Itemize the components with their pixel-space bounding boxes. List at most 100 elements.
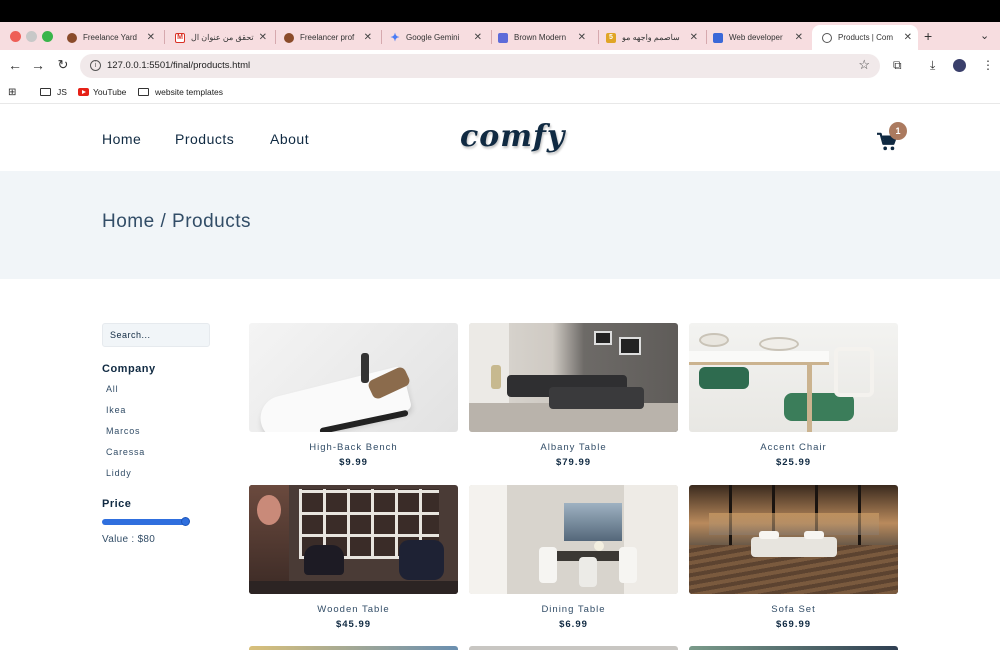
browser-toolbar: ← → ↻ i 127.0.0.1:5501/final/products.ht…	[0, 50, 1000, 82]
product-name: Sofa Set	[771, 604, 816, 615]
canva-icon	[498, 32, 508, 43]
product-card[interactable]: Sofa Set $69.99	[689, 485, 898, 630]
close-window-button[interactable]	[10, 31, 21, 42]
search-input[interactable]	[102, 323, 210, 347]
nav-link-home[interactable]: Home	[102, 131, 141, 147]
product-price: $9.99	[339, 457, 368, 468]
close-tab-icon[interactable]: ✕	[578, 32, 586, 43]
product-image[interactable]	[689, 485, 898, 594]
product-image-partial[interactable]	[689, 646, 898, 650]
system-top-bar	[0, 0, 1000, 22]
product-card[interactable]: Dining Table $6.99	[469, 485, 678, 630]
product-image-partial[interactable]	[249, 646, 458, 650]
tab-favicon-icon	[284, 32, 294, 43]
site-logo: comfy	[460, 119, 566, 154]
bookmark-folder-website-templates[interactable]: website templates	[138, 87, 223, 97]
product-name: High-Back Bench	[309, 442, 398, 453]
close-tab-icon[interactable]: ✕	[904, 32, 912, 43]
company-filter-ikea[interactable]: Ikea	[106, 405, 126, 415]
bookmark-label: JS	[57, 87, 67, 97]
product-card[interactable]: Albany Table $79.99	[469, 323, 678, 468]
price-slider-thumb[interactable]	[181, 517, 190, 526]
bookmark-youtube[interactable]: YouTube	[78, 87, 126, 97]
product-card[interactable]: Wooden Table $45.99	[249, 485, 458, 630]
globe-icon	[822, 32, 832, 43]
breadcrumb: Home / Products	[102, 211, 251, 232]
tab-title: ساصمم واجهه مو	[622, 33, 680, 42]
docs-icon	[713, 32, 723, 43]
product-name: Albany Table	[540, 442, 607, 453]
company-filter-marcos[interactable]: Marcos	[106, 426, 140, 436]
company-filter-liddy[interactable]: Liddy	[106, 468, 132, 478]
page-hero: Home / Products	[0, 171, 1000, 279]
download-icon[interactable]: ⤓	[930, 58, 935, 73]
product-name: Wooden Table	[317, 604, 390, 615]
browser-tab[interactable]: ✦ Google Gemini ✕	[380, 25, 488, 50]
company-filter-caressa[interactable]: Caressa	[106, 447, 145, 457]
address-bar[interactable]: i 127.0.0.1:5501/final/products.html ☆	[80, 54, 880, 78]
browser-tab[interactable]: Web developer ✕	[703, 25, 809, 50]
tab-favicon-icon: 5	[606, 32, 616, 43]
menu-kebab-icon[interactable]: ⋮	[982, 58, 994, 72]
folder-icon	[40, 88, 51, 96]
product-image[interactable]	[469, 323, 678, 432]
product-name: Accent Chair	[760, 442, 827, 453]
tab-strip: Freelance Yard ✕ M تحقق من عنوان ال ✕ Fr…	[0, 22, 1000, 50]
browser-tab[interactable]: Freelancer prof ✕	[274, 25, 378, 50]
browser-tab-active[interactable]: Products | Com ✕	[812, 25, 918, 50]
nav-link-about[interactable]: About	[270, 131, 309, 147]
site-info-icon[interactable]: i	[90, 60, 101, 71]
bookmark-star-icon[interactable]: ☆	[858, 57, 870, 73]
new-tab-icon[interactable]: +	[924, 28, 932, 44]
browser-tab[interactable]: 5 ساصمم واجهه مو ✕	[596, 25, 704, 50]
product-price: $69.99	[775, 619, 812, 630]
nav-link-products[interactable]: Products	[175, 131, 234, 147]
bookmark-folder-js[interactable]: JS	[40, 87, 67, 97]
price-filter-title: Price	[102, 498, 132, 510]
extensions-icon[interactable]: ⧉	[893, 58, 902, 73]
bookmarks-bar: ⊞ JS YouTube website templates	[0, 82, 1000, 104]
chevron-down-icon[interactable]: ⌄	[980, 29, 989, 42]
product-price: $25.99	[775, 457, 812, 468]
product-card[interactable]: High-Back Bench $9.99	[249, 323, 458, 468]
reload-icon[interactable]: ↻	[54, 57, 72, 73]
product-image[interactable]	[469, 485, 678, 594]
browser-tab[interactable]: Freelance Yard ✕	[57, 25, 161, 50]
close-tab-icon[interactable]: ✕	[364, 32, 372, 43]
close-tab-icon[interactable]: ✕	[147, 32, 155, 43]
product-price: $45.99	[335, 619, 372, 630]
price-value: Value : $80	[102, 534, 156, 545]
product-price: $6.99	[559, 619, 588, 630]
maximize-window-button[interactable]	[42, 31, 53, 42]
company-filter-all[interactable]: All	[106, 384, 118, 394]
close-tab-icon[interactable]: ✕	[795, 32, 803, 43]
product-image[interactable]	[689, 323, 898, 432]
price-slider-track[interactable]	[102, 519, 188, 525]
gemini-icon: ✦	[390, 32, 400, 44]
product-card[interactable]: Accent Chair $25.99	[689, 323, 898, 468]
close-tab-icon[interactable]: ✕	[690, 32, 698, 43]
minimize-window-button[interactable]	[26, 31, 37, 42]
close-tab-icon[interactable]: ✕	[259, 32, 267, 43]
product-name: Dining Table	[541, 604, 606, 615]
back-arrow-icon[interactable]: ←	[6, 57, 24, 73]
product-image[interactable]	[249, 323, 458, 432]
product-image-partial[interactable]	[469, 646, 678, 650]
company-filter-title: Company	[102, 363, 156, 375]
bookmark-label: YouTube	[93, 87, 127, 97]
browser-tab[interactable]: M تحقق من عنوان ال ✕	[165, 25, 273, 50]
profile-avatar[interactable]	[953, 59, 966, 72]
gmail-icon: M	[175, 32, 185, 43]
tab-title: Freelancer prof	[300, 33, 355, 42]
browser-tab[interactable]: Brown Modern ✕	[488, 25, 592, 50]
tab-title: Brown Modern	[514, 33, 567, 42]
tab-title: Google Gemini	[406, 33, 460, 42]
close-tab-icon[interactable]: ✕	[474, 32, 482, 43]
tab-title: Web developer	[729, 33, 783, 42]
url-text[interactable]: 127.0.0.1:5501/final/products.html	[107, 60, 250, 71]
tab-title: Freelance Yard	[83, 33, 137, 42]
forward-arrow-icon[interactable]: →	[29, 57, 47, 73]
apps-grid-icon[interactable]: ⊞	[8, 87, 16, 98]
product-image[interactable]	[249, 485, 458, 594]
tab-title: تحقق من عنوان ال	[191, 33, 254, 42]
